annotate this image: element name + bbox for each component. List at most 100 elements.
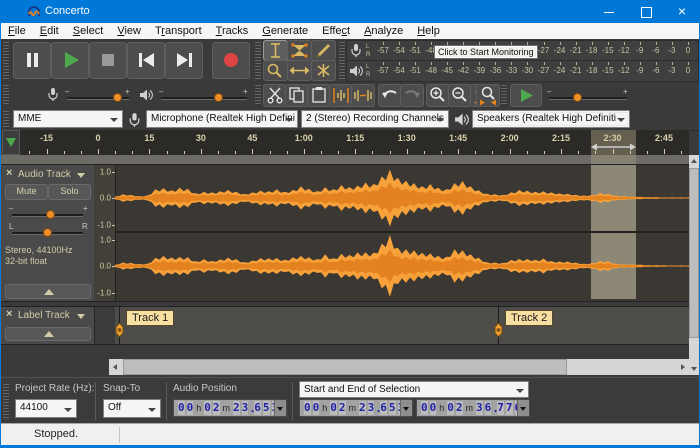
playback-device-dropdown[interactable]: Speakers (Realtek High Definiti [472, 110, 630, 128]
paste-button[interactable] [307, 84, 331, 107]
play-speed-thumb[interactable] [573, 93, 582, 102]
scroll-left-icon[interactable] [113, 364, 117, 370]
play-at-speed-button[interactable] [510, 84, 542, 107]
label-track-content[interactable]: Track 1 Track 2 [115, 307, 689, 344]
waveform-channel-1[interactable] [115, 165, 689, 231]
trim-audio-button[interactable] [329, 84, 353, 107]
gain-thumb[interactable] [46, 210, 55, 219]
pause-button[interactable] [13, 42, 51, 79]
selection-end-field[interactable]: 00h02m36.776s [416, 399, 530, 417]
menu-file[interactable]: File [1, 23, 33, 39]
minimize-button[interactable] [591, 1, 627, 23]
track-title[interactable]: Label Track [18, 310, 70, 321]
timefield-dropdown-icon[interactable] [400, 400, 412, 416]
audio-host-dropdown[interactable]: MME [13, 110, 123, 128]
timeline-ruler[interactable]: -1501530451:001:151:301:452:002:152:302:… [20, 130, 689, 155]
vertical-ruler[interactable]: 1.00.0-1.01.00.0-1.0 [94, 165, 116, 301]
silence-audio-button[interactable] [351, 84, 375, 107]
multi-tool-button[interactable] [311, 60, 336, 81]
snap-to-dropdown[interactable]: Off [103, 399, 161, 418]
track-title[interactable]: Audio Track [18, 169, 71, 180]
device-toolbar-grip[interactable] [3, 111, 9, 127]
menu-edit[interactable]: Edit [33, 23, 66, 39]
selection-mode-dropdown[interactable]: Start and End of Selection [299, 381, 529, 398]
collapse-track-button[interactable] [5, 284, 91, 299]
horizontal-scrollbar[interactable] [109, 359, 689, 375]
vertical-scrollbar[interactable] [689, 155, 699, 375]
timefield-dropdown-icon[interactable] [274, 400, 286, 416]
copy-button[interactable] [285, 84, 309, 107]
track-menu-chevron-icon[interactable] [77, 314, 85, 319]
recording-channels-dropdown[interactable]: 2 (Stereo) Recording Channels [301, 110, 449, 128]
horizontal-scroll-thumb[interactable] [123, 359, 567, 375]
track-close-button[interactable]: × [6, 167, 12, 179]
label-pin-icon[interactable] [114, 323, 125, 337]
meter-toolbar-grip[interactable] [339, 42, 345, 79]
recording-device-dropdown[interactable]: Microphone (Realtek High Defini [146, 110, 298, 128]
cut-button[interactable] [263, 84, 287, 107]
menu-effect[interactable]: Effect [315, 23, 357, 39]
time-shift-tool-button[interactable] [287, 60, 312, 81]
selection-toolbar-grip[interactable] [3, 384, 9, 418]
project-rate-dropdown[interactable]: 44100 [15, 399, 77, 418]
ruler-tick [81, 151, 82, 154]
track-menu-chevron-icon[interactable] [77, 173, 85, 178]
menu-tracks[interactable]: Tracks [209, 23, 256, 39]
skip-to-start-button[interactable] [127, 42, 165, 79]
scroll-up-icon[interactable] [691, 159, 697, 163]
transport-toolbar-grip[interactable] [3, 42, 9, 79]
draw-tool-button[interactable] [311, 40, 336, 61]
record-button[interactable] [212, 42, 250, 79]
scroll-down-icon[interactable] [691, 367, 697, 371]
selection-resize-arrows[interactable] [591, 142, 636, 152]
meter-scale-number: -33 [506, 66, 518, 75]
label-flag[interactable]: Track 1 [126, 310, 174, 326]
zoom-to-fit-button[interactable] [476, 84, 500, 107]
mixer-toolbar-grip[interactable] [3, 85, 9, 105]
monitoring-tooltip[interactable]: Click to Start Monitoring [434, 45, 538, 59]
playback-meter[interactable]: L R -57-54-51-48-45-42-39-36-33-30-27-24… [346, 60, 699, 82]
maximize-button[interactable] [628, 1, 664, 23]
vertical-scroll-thumb[interactable] [689, 168, 699, 338]
mute-button[interactable]: Mute [5, 184, 48, 200]
audio-position-field[interactable]: 00h02m23.653s [173, 399, 287, 417]
selection-tool-button[interactable] [263, 40, 288, 61]
recording-volume-thumb[interactable] [113, 93, 122, 102]
label-pin-icon[interactable] [493, 323, 504, 337]
edit-toolbar-grip[interactable] [255, 85, 261, 105]
waveform[interactable] [115, 233, 689, 299]
zoom-tool-button[interactable] [263, 60, 288, 81]
menu-help[interactable]: Help [410, 23, 447, 39]
pan-thumb[interactable] [43, 228, 52, 237]
envelope-tool-button[interactable] [287, 40, 312, 61]
play-speed-slider[interactable] [549, 97, 627, 100]
solo-button[interactable]: Solo [48, 184, 91, 200]
tools-toolbar-grip[interactable] [255, 42, 261, 79]
menu-view[interactable]: View [110, 23, 148, 39]
menu-analyze[interactable]: Analyze [357, 23, 410, 39]
playback-volume-slider[interactable] [161, 97, 247, 100]
redo-button[interactable] [400, 84, 424, 107]
pinned-play-button[interactable] [2, 130, 20, 155]
menu-select[interactable]: Select [66, 23, 111, 39]
meter-tick [527, 62, 528, 65]
waveform[interactable] [115, 165, 689, 231]
zoom-in-button[interactable] [426, 84, 450, 107]
playback-volume-thumb[interactable] [214, 93, 223, 102]
close-button[interactable]: × [664, 1, 700, 23]
menu-generate[interactable]: Generate [255, 23, 315, 39]
skip-to-end-button[interactable] [165, 42, 203, 79]
label-flag[interactable]: Track 2 [505, 310, 553, 326]
undo-button[interactable] [378, 84, 402, 107]
play-at-speed-grip[interactable] [501, 85, 507, 105]
collapse-track-button[interactable] [5, 327, 91, 341]
zoom-out-button[interactable] [448, 84, 472, 107]
selection-start-field[interactable]: 00h02m23.653s [299, 399, 413, 417]
scroll-right-icon[interactable] [681, 364, 685, 370]
waveform-channel-2[interactable] [115, 233, 689, 299]
track-close-button[interactable]: × [6, 308, 12, 320]
timefield-dropdown-icon[interactable] [517, 400, 529, 416]
play-button[interactable] [51, 42, 89, 79]
menu-transport[interactable]: Transport [148, 23, 209, 39]
stop-button[interactable] [89, 42, 127, 79]
